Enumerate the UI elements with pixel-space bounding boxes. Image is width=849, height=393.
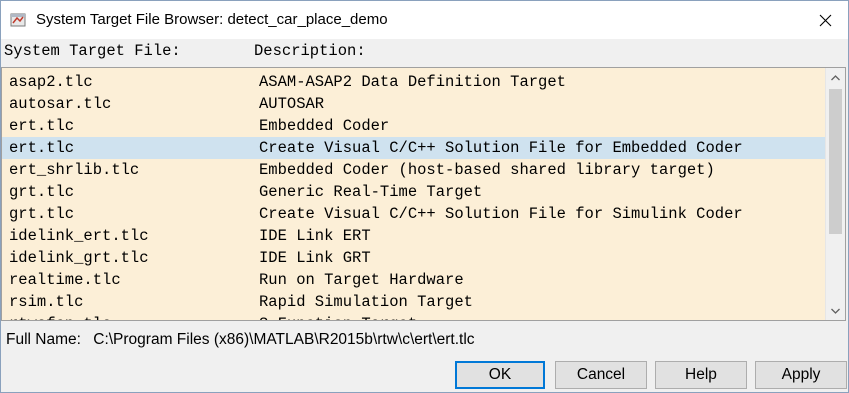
description-column-header: Description: bbox=[254, 42, 366, 60]
list-item[interactable]: asap2.tlc ASAM-ASAP2 Data Definition Targ… bbox=[2, 71, 826, 93]
window-title: System Target File Browser: detect_car_p… bbox=[36, 11, 388, 28]
list-item[interactable]: grt.tlc Generic Real-Time Target bbox=[2, 181, 826, 203]
full-name-value: C:\Program Files (x86)\MATLAB\R2015b\rtw… bbox=[93, 331, 475, 348]
list-item-description: Rapid Simulation Target bbox=[259, 293, 473, 311]
list-item-description: Embedded Coder (host-based shared librar… bbox=[259, 161, 715, 179]
dialog-window: System Target File Browser: detect_car_p… bbox=[0, 0, 849, 393]
list-item[interactable]: ert.tlc Create Visual C/C++ Solution File… bbox=[2, 137, 826, 159]
apply-button[interactable]: Apply bbox=[755, 361, 847, 389]
list-item-description: Create Visual C/C++ Solution File for Si… bbox=[259, 205, 743, 223]
list-item-description: Embedded Coder bbox=[259, 117, 390, 135]
ok-button[interactable]: OK bbox=[455, 361, 545, 389]
list-item-file: idelink_ert.tlc bbox=[9, 227, 149, 245]
close-icon bbox=[819, 14, 831, 26]
list-item-description: Generic Real-Time Target bbox=[259, 183, 483, 201]
scroll-thumb[interactable] bbox=[829, 89, 842, 234]
vertical-scrollbar[interactable] bbox=[825, 68, 845, 320]
list-item-file: rsim.tlc bbox=[9, 293, 84, 311]
list-item-description: ASAM-ASAP2 Data Definition Target bbox=[259, 73, 566, 91]
list-item[interactable]: ert.tlc Embedded Coder bbox=[2, 115, 826, 137]
app-icon bbox=[10, 11, 26, 27]
title-bar: System Target File Browser: detect_car_p… bbox=[1, 1, 848, 39]
column-header: System Target File: Description: bbox=[1, 39, 848, 63]
list-item[interactable]: idelink_grt.tlc IDE Link GRT bbox=[2, 247, 826, 269]
list-item[interactable]: idelink_ert.tlc IDE Link ERT bbox=[2, 225, 826, 247]
list-item[interactable]: rtwsfcn.tlc S-Function Target bbox=[2, 313, 826, 320]
list-item-file: autosar.tlc bbox=[9, 95, 112, 113]
list-item-file: rtwsfcn.tlc bbox=[9, 315, 111, 320]
list-item-file: grt.tlc bbox=[9, 183, 75, 201]
list-item-description: S-Function Target bbox=[259, 315, 417, 320]
scroll-up-button[interactable] bbox=[826, 69, 845, 86]
list-item[interactable]: grt.tlc Create Visual C/C++ Solution File… bbox=[2, 203, 826, 225]
list-item-description: IDE Link ERT bbox=[259, 227, 371, 245]
chevron-down-icon bbox=[831, 308, 840, 314]
target-file-list[interactable]: asap2.tlc ASAM-ASAP2 Data Definition Targ… bbox=[1, 67, 846, 321]
list-item[interactable]: realtime.tlc Run on Target Hardware bbox=[2, 269, 826, 291]
list-item-file: realtime.tlc bbox=[9, 271, 121, 289]
cancel-button[interactable]: Cancel bbox=[555, 361, 647, 389]
list-item-file: asap2.tlc bbox=[9, 73, 93, 91]
list-item-file: ert_shrlib.tlc bbox=[9, 161, 140, 179]
list-item-description: IDE Link GRT bbox=[259, 249, 371, 267]
chevron-up-icon bbox=[831, 74, 840, 80]
target-file-list-rows: asap2.tlc ASAM-ASAP2 Data Definition Targ… bbox=[2, 68, 826, 320]
close-button[interactable] bbox=[802, 1, 848, 39]
list-item[interactable]: autosar.tlc AUTOSAR bbox=[2, 93, 826, 115]
full-name-label: Full Name: bbox=[6, 331, 81, 348]
list-item-file: ert.tlc bbox=[9, 139, 75, 157]
list-item-file: idelink_grt.tlc bbox=[9, 249, 149, 267]
scroll-down-button[interactable] bbox=[826, 302, 845, 319]
list-item-description: AUTOSAR bbox=[259, 95, 325, 113]
list-item-description: Create Visual C/C++ Solution File for Em… bbox=[259, 139, 743, 157]
file-column-header: System Target File: bbox=[4, 42, 181, 60]
list-item[interactable]: rsim.tlc Rapid Simulation Target bbox=[2, 291, 826, 313]
help-button[interactable]: Help bbox=[655, 361, 747, 389]
full-name-row: Full Name: C:\Program Files (x86)\MATLAB… bbox=[6, 331, 475, 349]
list-item-description: Run on Target Hardware bbox=[259, 271, 464, 289]
list-item-file: ert.tlc bbox=[9, 117, 75, 135]
list-item[interactable]: ert_shrlib.tlc Embedded Coder (host-based… bbox=[2, 159, 826, 181]
list-item-file: grt.tlc bbox=[9, 205, 75, 223]
